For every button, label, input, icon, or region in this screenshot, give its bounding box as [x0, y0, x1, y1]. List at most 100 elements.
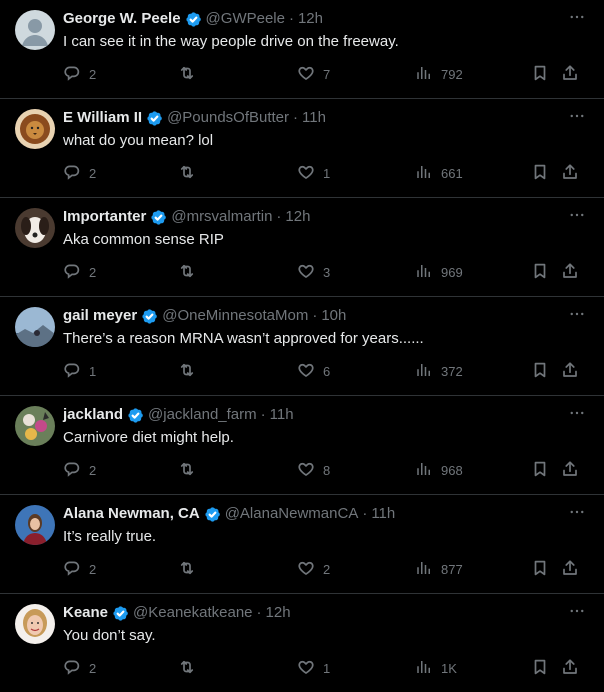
- like-button[interactable]: 1: [297, 658, 330, 678]
- bookmark-button[interactable]: [531, 163, 549, 183]
- avatar[interactable]: [15, 604, 55, 644]
- more-options-icon[interactable]: [566, 6, 588, 28]
- avatar[interactable]: [15, 406, 55, 446]
- bookmark-button[interactable]: [531, 460, 549, 480]
- more-options-icon[interactable]: [566, 204, 588, 226]
- more-options-icon[interactable]: [566, 600, 588, 622]
- views-button[interactable]: 877: [415, 559, 463, 579]
- retweet-button[interactable]: [178, 262, 204, 282]
- reply-button[interactable]: 2: [63, 163, 96, 183]
- timestamp[interactable]: 10h: [321, 307, 346, 325]
- tweet[interactable]: jackland @jackland_farm · 11h Carnivore …: [0, 396, 604, 495]
- tweet-content: jackland @jackland_farm · 11h Carnivore …: [63, 406, 588, 448]
- retweet-button[interactable]: [178, 559, 204, 579]
- bookmark-icon: [531, 460, 549, 481]
- retweet-button[interactable]: [178, 658, 204, 678]
- bookmark-button[interactable]: [531, 64, 549, 84]
- share-button[interactable]: [561, 559, 579, 579]
- display-name[interactable]: Importanter: [63, 208, 146, 226]
- retweet-button[interactable]: [178, 163, 204, 183]
- like-button[interactable]: 6: [297, 361, 330, 381]
- bookmark-button[interactable]: [531, 559, 549, 579]
- reply-button[interactable]: 2: [63, 460, 96, 480]
- tweet[interactable]: Keane @Keanekatkeane · 12h You don’t say…: [0, 594, 604, 692]
- tweet-actions: 2 1 1K: [63, 658, 588, 678]
- reply-button[interactable]: 2: [63, 64, 96, 84]
- timestamp[interactable]: 12h: [298, 10, 323, 28]
- tweet[interactable]: George W. Peele @GWPeele · 12h I can see…: [0, 0, 604, 99]
- reply-button[interactable]: 2: [63, 559, 96, 579]
- tweet-header: gail meyer @OneMinnesotaMom · 10h: [63, 307, 588, 325]
- reply-count: 2: [89, 660, 97, 676]
- bookmark-button[interactable]: [531, 361, 549, 381]
- share-button[interactable]: [561, 262, 579, 282]
- more-options-icon[interactable]: [566, 501, 588, 523]
- reply-button[interactable]: 2: [63, 262, 96, 282]
- timestamp[interactable]: 11h: [302, 109, 326, 127]
- avatar[interactable]: [15, 109, 55, 149]
- avatar[interactable]: [15, 10, 55, 50]
- reply-count: 2: [89, 66, 97, 82]
- share-button[interactable]: [561, 658, 579, 678]
- user-handle[interactable]: @PoundsOfButter: [167, 109, 289, 127]
- like-button[interactable]: 8: [297, 460, 330, 480]
- tweet[interactable]: Importanter @mrsvalmartin · 12h Aka comm…: [0, 198, 604, 297]
- like-button[interactable]: 7: [297, 64, 330, 84]
- like-button[interactable]: 1: [297, 163, 330, 183]
- avatar[interactable]: [15, 208, 55, 248]
- retweet-icon: [178, 460, 196, 481]
- display-name[interactable]: Keane: [63, 604, 108, 622]
- view-count: 877: [441, 561, 463, 577]
- display-name[interactable]: Alana Newman, CA: [63, 505, 200, 523]
- share-button[interactable]: [561, 163, 579, 183]
- avatar[interactable]: [15, 505, 55, 545]
- user-handle[interactable]: @jackland_farm: [148, 406, 257, 424]
- display-name[interactable]: E William II: [63, 109, 142, 127]
- verified-badge-icon: [185, 11, 202, 28]
- bookmark-button[interactable]: [531, 262, 549, 282]
- views-button[interactable]: 968: [415, 460, 463, 480]
- timestamp[interactable]: 11h: [371, 505, 395, 523]
- user-handle[interactable]: @GWPeele: [206, 10, 285, 28]
- more-options-icon[interactable]: [566, 105, 588, 127]
- views-button[interactable]: 1K: [415, 658, 457, 678]
- views-button[interactable]: 372: [415, 361, 463, 381]
- user-handle[interactable]: @Keanekatkeane: [133, 604, 252, 622]
- reply-icon: [63, 64, 81, 85]
- tweet-content: Alana Newman, CA @AlanaNewmanCA · 11h It…: [63, 505, 588, 547]
- display-name[interactable]: George W. Peele: [63, 10, 181, 28]
- retweet-button[interactable]: [178, 460, 204, 480]
- tweet[interactable]: E William II @PoundsOfButter · 11h what …: [0, 99, 604, 198]
- bookmark-button[interactable]: [531, 658, 549, 678]
- share-button[interactable]: [561, 361, 579, 381]
- share-icon: [561, 460, 579, 481]
- tweet-content: Importanter @mrsvalmartin · 12h Aka comm…: [63, 208, 588, 250]
- user-handle[interactable]: @AlanaNewmanCA: [225, 505, 359, 523]
- timestamp[interactable]: 12h: [285, 208, 310, 226]
- display-name[interactable]: jackland: [63, 406, 123, 424]
- user-handle[interactable]: @mrsvalmartin: [171, 208, 272, 226]
- display-name[interactable]: gail meyer: [63, 307, 137, 325]
- like-count: 8: [323, 462, 331, 478]
- more-options-icon[interactable]: [566, 402, 588, 424]
- views-button[interactable]: 792: [415, 64, 463, 84]
- user-handle[interactable]: @OneMinnesotaMom: [162, 307, 308, 325]
- retweet-button[interactable]: [178, 361, 204, 381]
- share-button[interactable]: [561, 64, 579, 84]
- reply-button[interactable]: 1: [63, 361, 96, 381]
- views-button[interactable]: 969: [415, 262, 463, 282]
- reply-button[interactable]: 2: [63, 658, 96, 678]
- more-options-icon[interactable]: [566, 303, 588, 325]
- timestamp[interactable]: 11h: [270, 406, 294, 424]
- like-button[interactable]: 3: [297, 262, 330, 282]
- tweet[interactable]: gail meyer @OneMinnesotaMom · 10h There’…: [0, 297, 604, 396]
- views-button[interactable]: 661: [415, 163, 463, 183]
- timestamp[interactable]: 12h: [266, 604, 291, 622]
- share-button[interactable]: [561, 460, 579, 480]
- verified-badge-icon: [141, 308, 158, 325]
- tweet[interactable]: Alana Newman, CA @AlanaNewmanCA · 11h It…: [0, 495, 604, 594]
- heart-icon: [297, 262, 315, 283]
- retweet-button[interactable]: [178, 64, 204, 84]
- avatar[interactable]: [15, 307, 55, 347]
- like-button[interactable]: 2: [297, 559, 330, 579]
